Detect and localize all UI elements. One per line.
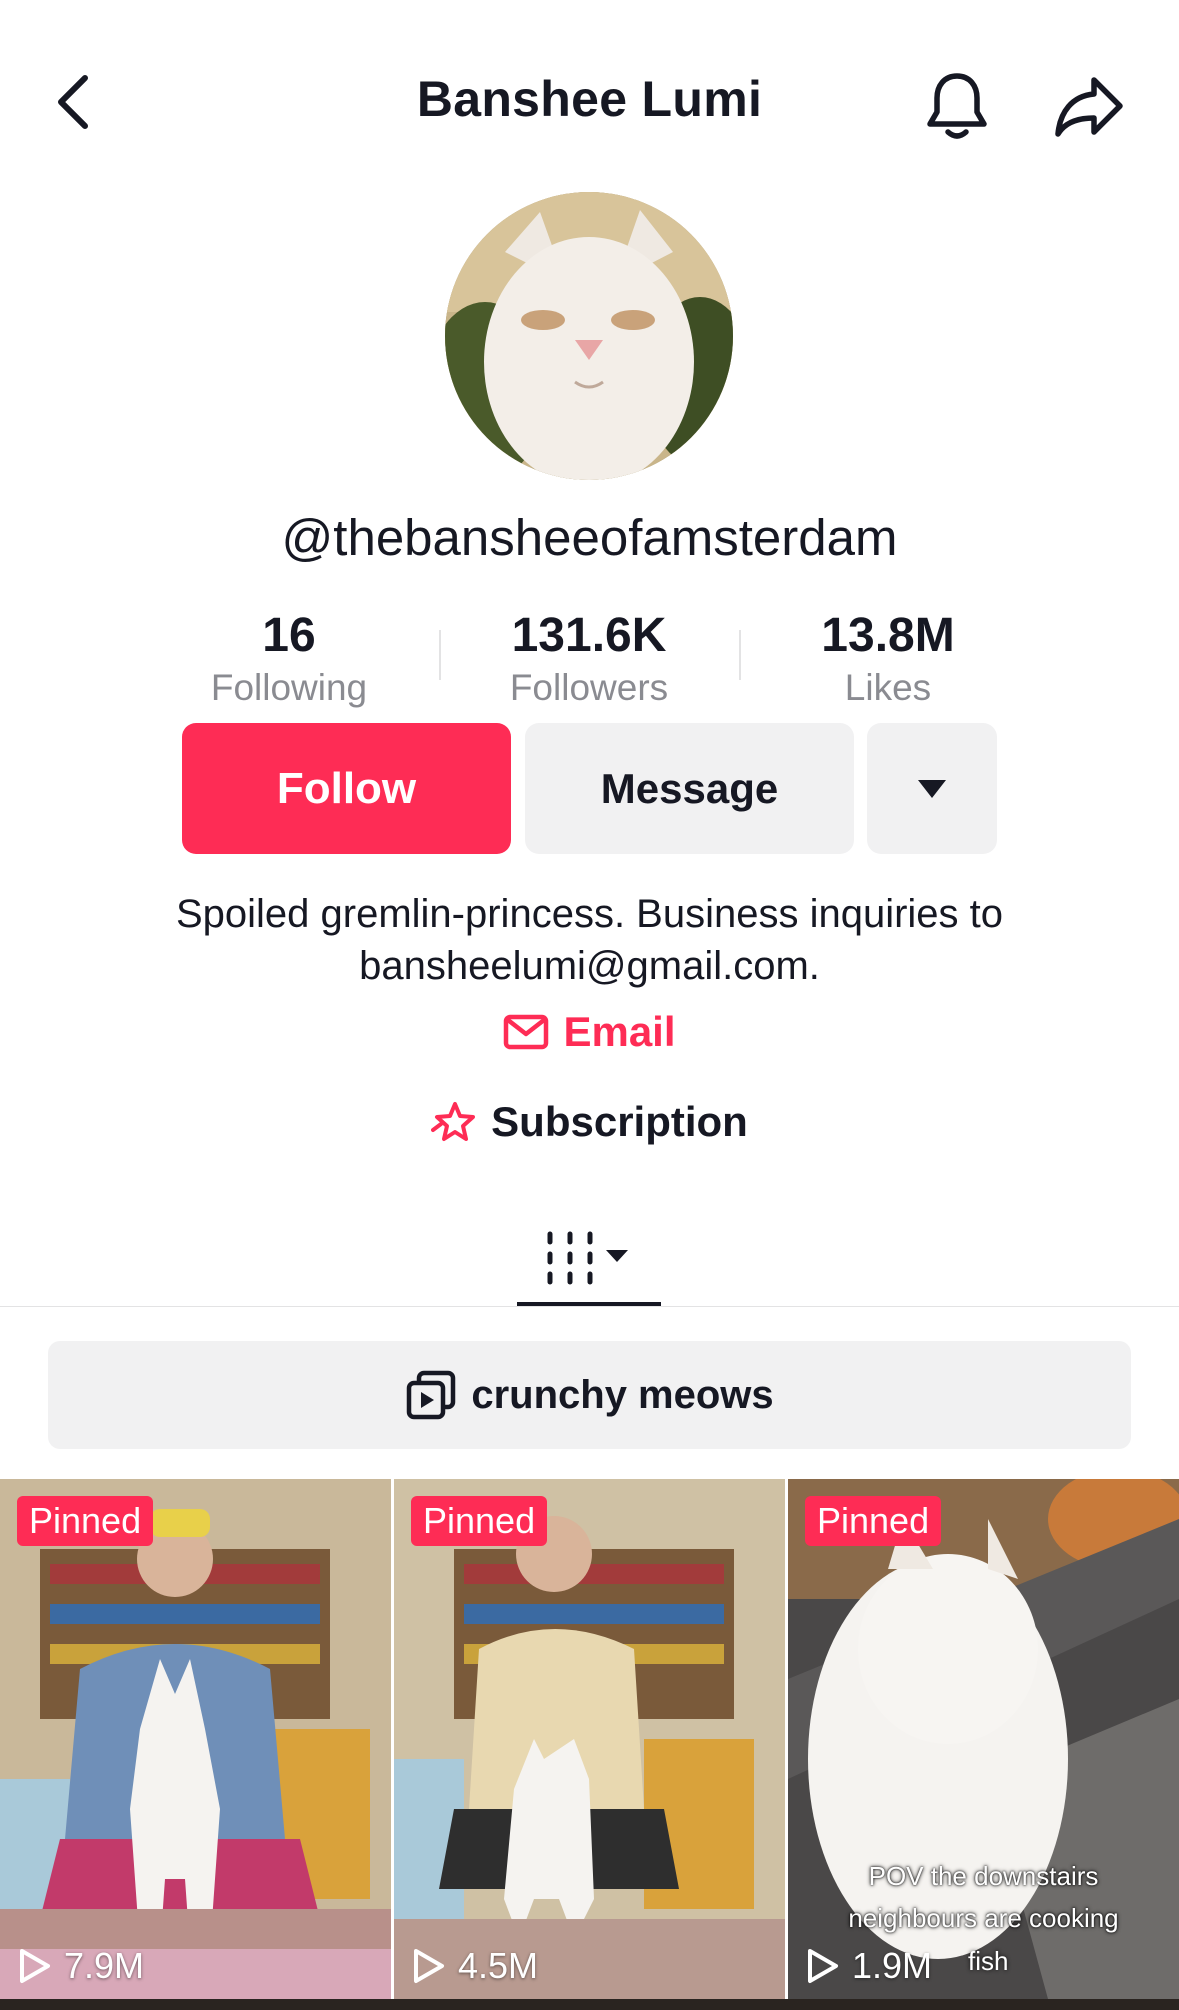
email-label: Email (563, 1008, 676, 1055)
suggested-accounts-button[interactable] (867, 723, 997, 854)
grid-columns-icon (547, 1231, 628, 1285)
subscription-label: Subscription (491, 1098, 748, 1145)
bio-line: Spoiled gremlin-princess. Business inqui… (175, 892, 1004, 936)
pinned-badge: Pinned (805, 1496, 942, 1546)
next-row-preview (0, 1999, 1179, 2010)
view-count-label: 7.9M (64, 1945, 145, 1986)
stat-label: Likes (844, 667, 932, 708)
play-icon (20, 1949, 50, 1983)
envelope-icon (504, 1014, 549, 1050)
cat-avatar-image (445, 192, 733, 480)
play-icon (808, 1949, 838, 1983)
caret-down-icon (606, 1250, 628, 1262)
video-thumbnail[interactable]: Pinned 4.5M (394, 1479, 785, 1999)
stat-label: Followers (509, 667, 669, 708)
share-arrow-icon (1055, 77, 1123, 137)
caption-line: POV the downstairs (868, 1861, 1099, 1891)
stat-likes[interactable]: 13.8M Likes (758, 606, 1018, 710)
stat-value: 131.6K (511, 609, 667, 662)
bio: Spoiled gremlin-princess. Business inqui… (80, 888, 1099, 992)
profile-stats: 16 Following 131.6K Followers 13.8M Like… (0, 606, 1179, 716)
notifications-button[interactable] (915, 64, 999, 148)
pinned-badge: Pinned (411, 1496, 548, 1546)
star-badge-icon (431, 1102, 476, 1141)
video-thumbnail-image (0, 1479, 391, 1999)
divider (439, 630, 441, 680)
page-title: Banshee Lumi (416, 71, 763, 127)
stat-followers[interactable]: 131.6K Followers (459, 606, 719, 710)
stat-value: 16 (262, 609, 316, 662)
video-caption: POV the downstairs neighbours are cookin… (788, 1855, 1179, 1939)
stat-value: 13.8M (821, 609, 955, 662)
view-count-label: 4.5M (458, 1945, 539, 1986)
subscription-link[interactable]: Subscription (0, 1098, 1179, 1146)
email-link[interactable]: Email (0, 1008, 1179, 1056)
view-count: 7.9M (18, 1945, 144, 1987)
divider (739, 630, 741, 680)
tab-videos[interactable] (517, 1208, 661, 1308)
video-thumbnail[interactable]: Pinned POV the downstairs neighbours are… (788, 1479, 1179, 1999)
stat-following[interactable]: 16 Following (159, 606, 419, 710)
playlist-button[interactable]: crunchy meows (48, 1341, 1131, 1449)
divider (0, 1306, 1179, 1307)
follow-button[interactable]: Follow (182, 723, 511, 854)
username: @thebansheeofamsterdam (281, 509, 898, 566)
view-count: 1.9M (806, 1945, 932, 1987)
message-button[interactable]: Message (525, 723, 854, 854)
caption-line: fish (968, 1946, 1009, 1976)
bio-line: bansheelumi@gmail.com. (359, 944, 820, 988)
caption-line: neighbours are cooking (848, 1903, 1119, 1933)
caret-down-icon (918, 779, 946, 798)
play-icon (414, 1949, 444, 1983)
playlist-label: crunchy meows (471, 1372, 774, 1417)
bell-icon (927, 73, 987, 139)
top-bar: Banshee Lumi (0, 0, 1179, 200)
stat-label: Following (210, 667, 368, 708)
playlist-icon (407, 1370, 456, 1420)
avatar[interactable] (445, 192, 733, 480)
pinned-badge: Pinned (17, 1496, 154, 1546)
view-count-label: 1.9M (852, 1945, 933, 1986)
video-grid: Pinned 7.9M Pinned 4.5M Pinned POV the d… (0, 1479, 1179, 2010)
share-button[interactable] (1046, 64, 1132, 148)
video-thumbnail-image (394, 1479, 785, 1999)
view-count: 4.5M (412, 1945, 538, 1987)
video-thumbnail[interactable]: Pinned 7.9M (0, 1479, 391, 1999)
